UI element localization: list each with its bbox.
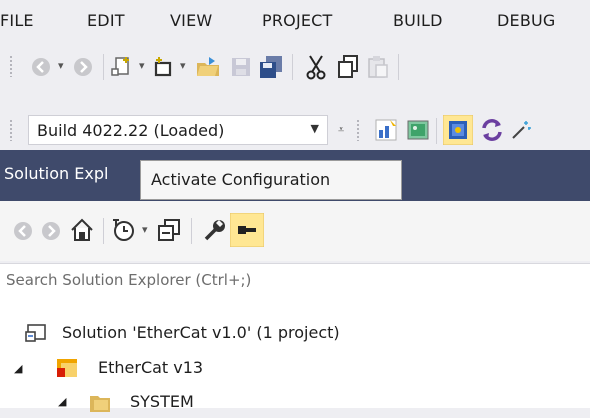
open-folder-icon[interactable] bbox=[195, 55, 221, 83]
paste-icon[interactable] bbox=[366, 54, 390, 84]
new-project-icon[interactable] bbox=[110, 55, 134, 83]
home-icon[interactable] bbox=[69, 217, 95, 247]
toolbar-separator bbox=[398, 54, 399, 80]
activate-config-icon[interactable] bbox=[442, 114, 474, 149]
tree-item-system[interactable]: SYSTEM bbox=[130, 392, 194, 411]
build-configuration-select[interactable]: Build 4022.22 (Loaded) ▼ bbox=[28, 115, 328, 145]
forward-icon[interactable] bbox=[40, 220, 62, 246]
solution-tree: Solution 'EtherCat v1.0' (1 project) ◢ E… bbox=[0, 300, 590, 412]
toolbar-separator bbox=[436, 118, 437, 144]
toolbar-separator bbox=[103, 54, 104, 80]
solution-icon bbox=[25, 323, 47, 347]
save-all-icon[interactable] bbox=[258, 54, 284, 84]
menu-project[interactable]: PROJECT bbox=[262, 11, 333, 30]
toolbar-separator bbox=[191, 218, 192, 244]
toolbar-grip[interactable] bbox=[356, 119, 360, 141]
image-icon[interactable] bbox=[406, 118, 430, 146]
properties-wrench-icon[interactable] bbox=[202, 217, 228, 247]
add-item-dropdown-icon[interactable]: ▾ bbox=[180, 59, 186, 72]
magic-wand-icon[interactable] bbox=[510, 119, 532, 145]
expand-arrow-icon[interactable]: ◢ bbox=[58, 395, 66, 408]
menu-bar: FILE EDIT VIEW PROJECT BUILD DEBUG bbox=[0, 0, 590, 40]
history-dropdown-icon[interactable]: ▾ bbox=[142, 223, 148, 236]
expand-arrow-icon[interactable]: ◢ bbox=[14, 362, 22, 375]
build-toolbar: Build 4022.22 (Loaded) ▼ ⩡ bbox=[0, 110, 590, 150]
menu-file[interactable]: FILE bbox=[0, 11, 34, 30]
toolbar-separator bbox=[103, 218, 104, 244]
build-configuration-value: Build 4022.22 (Loaded) bbox=[37, 121, 225, 140]
search-input[interactable] bbox=[6, 271, 566, 289]
history-icon[interactable] bbox=[110, 217, 136, 247]
collapse-all-icon[interactable] bbox=[156, 217, 182, 247]
standard-toolbar: ▾ ▾ ▾ bbox=[0, 46, 590, 86]
toolbar-grip[interactable] bbox=[9, 55, 13, 77]
grid-select-icon[interactable] bbox=[374, 118, 398, 146]
chevron-down-icon[interactable]: ▼ bbox=[311, 122, 319, 135]
toolbar-grip[interactable] bbox=[9, 119, 13, 141]
copy-icon[interactable] bbox=[336, 54, 360, 84]
add-item-icon[interactable] bbox=[152, 55, 176, 83]
menu-edit[interactable]: EDIT bbox=[87, 11, 125, 30]
folder-icon bbox=[88, 390, 112, 418]
tree-item-solution[interactable]: Solution 'EtherCat v1.0' (1 project) bbox=[62, 323, 340, 342]
menu-view[interactable]: VIEW bbox=[170, 11, 212, 30]
forward-icon[interactable] bbox=[72, 56, 94, 82]
cut-icon[interactable] bbox=[304, 54, 328, 84]
menu-debug[interactable]: DEBUG bbox=[497, 11, 556, 30]
preview-icon[interactable] bbox=[229, 212, 265, 251]
solution-explorer-toolbar: ▾ bbox=[0, 201, 590, 261]
activate-configuration-tooltip: Activate Configuration bbox=[140, 160, 402, 200]
toolbar-overflow-icon[interactable]: ⩡ bbox=[338, 123, 344, 137]
project-icon bbox=[55, 356, 79, 384]
solution-explorer-search bbox=[0, 263, 590, 301]
new-project-dropdown-icon[interactable]: ▾ bbox=[139, 59, 145, 72]
save-icon[interactable] bbox=[230, 56, 252, 82]
back-dropdown-icon[interactable]: ▾ bbox=[58, 59, 64, 72]
toolbar-separator bbox=[292, 54, 293, 80]
solution-explorer-title[interactable]: Solution Expl bbox=[4, 164, 108, 183]
menu-build[interactable]: BUILD bbox=[393, 11, 443, 30]
tree-item-project[interactable]: EtherCat v13 bbox=[98, 358, 203, 377]
back-icon[interactable] bbox=[12, 220, 34, 246]
back-icon[interactable] bbox=[30, 56, 52, 82]
tooltip-text: Activate Configuration bbox=[151, 170, 331, 189]
refresh-icon[interactable] bbox=[480, 118, 504, 146]
